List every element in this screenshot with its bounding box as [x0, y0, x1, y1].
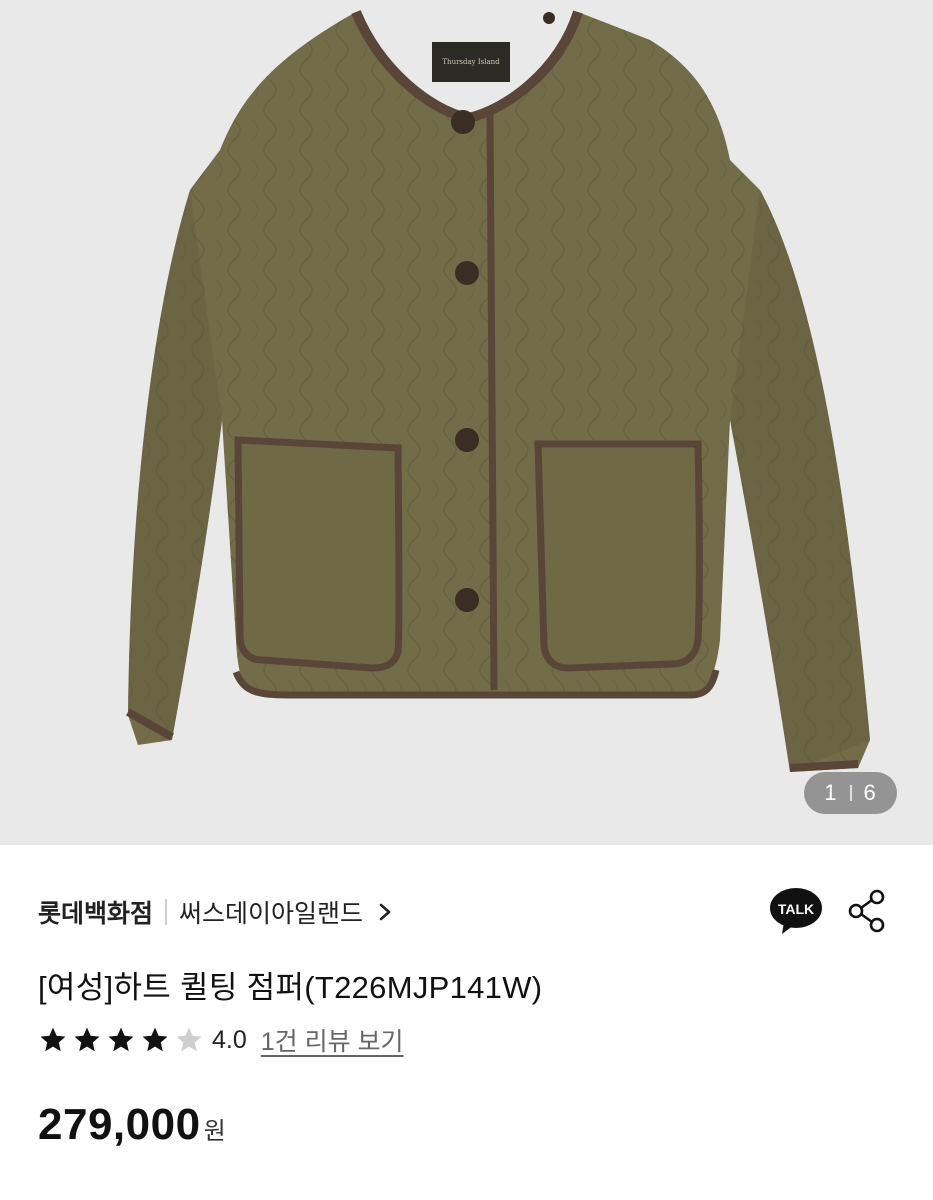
- price-row: 279,000 원: [38, 1100, 226, 1150]
- image-counter-current: 1: [824, 780, 838, 805]
- seller-breadcrumb[interactable]: 롯데백화점 써스데이아일랜드: [38, 890, 393, 934]
- rating-row: 4.0 1건 리뷰 보기: [38, 1020, 404, 1060]
- product-image-gallery[interactable]: Thursday Island 1 6: [0, 0, 933, 845]
- seller-divider: [165, 899, 168, 925]
- chevron-right-icon[interactable]: [377, 903, 393, 921]
- product-image: Thursday Island: [126, 10, 870, 772]
- share-icon[interactable]: [846, 888, 888, 934]
- star-filled-icon: [40, 1027, 66, 1052]
- brand-name[interactable]: 써스데이아일랜드: [179, 894, 363, 930]
- currency-unit: 원: [203, 1118, 226, 1145]
- star-filled-icon: [108, 1027, 134, 1052]
- image-counter-total: 6: [863, 780, 877, 805]
- brand-label-text: Thursday Island: [442, 58, 500, 66]
- talk-label: TALK: [778, 901, 814, 917]
- image-counter: 1 6: [804, 772, 897, 814]
- store-name[interactable]: 롯데백화점: [38, 894, 153, 930]
- star-filled-icon: [74, 1027, 100, 1052]
- price: 279,000: [38, 1100, 201, 1149]
- kakao-talk-icon[interactable]: TALK: [768, 886, 824, 936]
- star-rating: [38, 1025, 204, 1055]
- image-counter-separator: [849, 785, 852, 801]
- star-empty-icon: [176, 1027, 202, 1052]
- product-title: [여성]하트 퀼팅 점퍼(T226MJP141W): [38, 970, 543, 1005]
- rating-value: 4.0: [212, 1025, 247, 1054]
- star-filled-icon: [142, 1027, 168, 1052]
- review-link[interactable]: 1건 리뷰 보기: [261, 1022, 404, 1058]
